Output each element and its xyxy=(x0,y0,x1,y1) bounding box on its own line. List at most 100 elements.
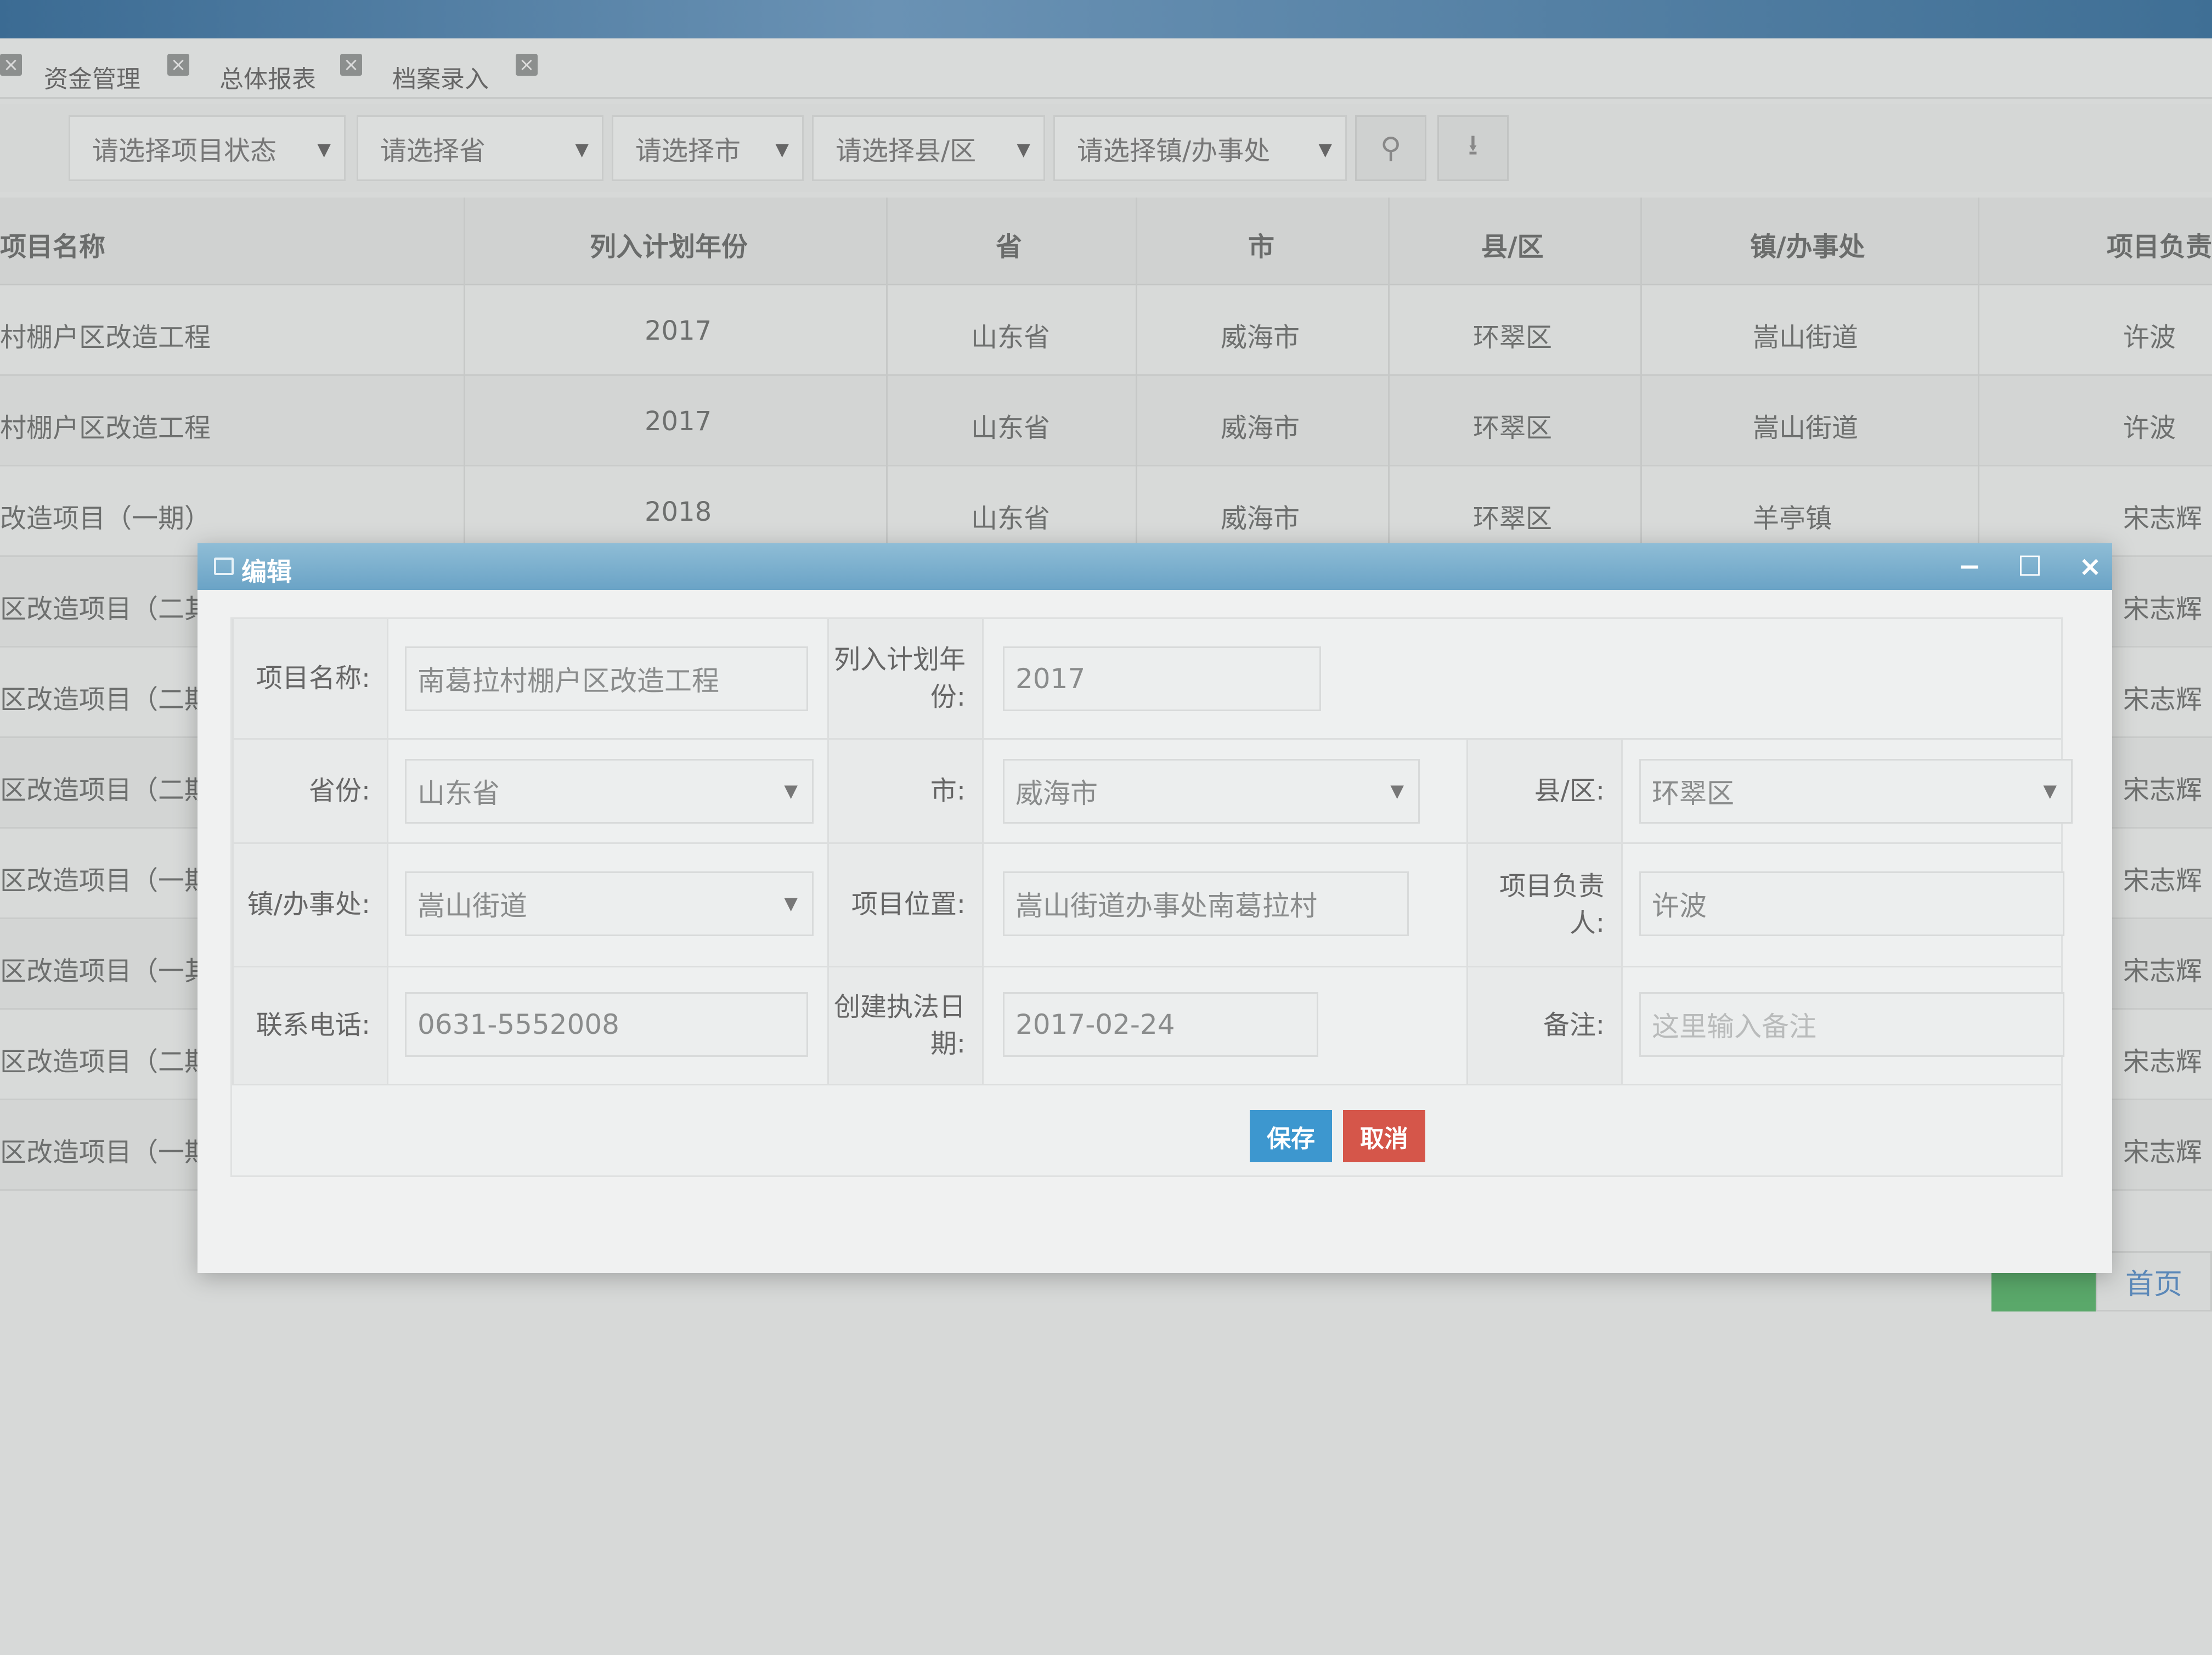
filter-bar: 请选择项目状态 ▼ 请选择省 ▼ 请选择市 ▼ 请选择县/区 ▼ 请选择镇/办事… xyxy=(0,104,2212,192)
cell-leader: 宋志辉 xyxy=(2123,684,2203,715)
close-icon[interactable]: × xyxy=(516,54,538,76)
th-city[interactable]: 市 xyxy=(1248,225,1274,263)
th-leader[interactable]: 项目负责 xyxy=(2107,225,2212,263)
town-select-label: 请选择镇/办事处 xyxy=(1077,136,1271,166)
cell-county: 环翠区 xyxy=(1473,413,1553,443)
town-select[interactable]: 嵩山街道 ▼ xyxy=(405,871,814,936)
tab-bar: × 资金管理 × 总体报表 × 档案录入 × xyxy=(0,38,2212,99)
province-select-label: 请选择省 xyxy=(380,136,486,166)
close-icon[interactable]: × xyxy=(2074,551,2107,582)
cell-leader: 宋志辉 xyxy=(2123,594,2203,624)
label-plan-year: 列入计划年份: xyxy=(827,619,984,738)
city-select-label: 请选择市 xyxy=(635,136,741,166)
cell-name: 区改造项目（一期 xyxy=(0,1137,211,1168)
status-select[interactable]: 请选择项目状态 ▼ xyxy=(69,115,346,181)
city-select[interactable]: 请选择市 ▼ xyxy=(612,115,804,181)
form-row: 镇/办事处: 嵩山街道 ▼ 项目位置: 嵩山街道办事处南葛拉村 项目负责人: 许… xyxy=(232,844,2064,967)
town-value: 嵩山街道 xyxy=(417,890,527,922)
project-name-input[interactable]: 南葛拉村棚户区改造工程 xyxy=(405,646,808,711)
dialog-header[interactable]: 编辑 − ☐ × xyxy=(198,543,2112,590)
town-select[interactable]: 请选择镇/办事处 ▼ xyxy=(1053,115,1347,181)
caret-down-icon: ▼ xyxy=(1017,139,1030,160)
cell-year: 2017 xyxy=(645,316,712,346)
project-location-input[interactable]: 嵩山街道办事处南葛拉村 xyxy=(1003,871,1409,936)
th-name[interactable]: 项目名称 xyxy=(0,225,105,263)
create-date-input[interactable]: 2017-02-24 xyxy=(1003,992,1318,1057)
label-location: 项目位置: xyxy=(827,844,984,966)
tab-archive-entry[interactable]: 档案录入 xyxy=(392,60,489,93)
caret-down-icon: ▼ xyxy=(575,139,589,160)
cell-name: 区改造项目（二其 xyxy=(0,594,211,624)
cell-name: 村棚户区改造工程 xyxy=(0,413,211,443)
cell-name: 村棚户区改造工程 xyxy=(0,322,211,353)
city-value: 威海市 xyxy=(1015,778,1098,809)
cell-county: 环翠区 xyxy=(1473,503,1553,534)
edit-dialog: 编辑 − ☐ × 项目名称: 南葛拉村棚户区改造工程 列入计划年份: 2017 … xyxy=(198,543,2112,1273)
cell-leader: 宋志辉 xyxy=(2123,865,2203,896)
county-select-label: 请选择县/区 xyxy=(836,136,977,166)
plan-year-input[interactable]: 2017 xyxy=(1003,646,1321,711)
cell-leader: 宋志辉 xyxy=(2123,956,2203,987)
download-button[interactable]: ⭳ xyxy=(1437,115,1509,181)
cell-county: 环翠区 xyxy=(1473,322,1553,353)
cell-leader: 许波 xyxy=(2123,413,2176,443)
label-remark: 备注: xyxy=(1466,967,1623,1084)
label-phone: 联系电话: xyxy=(232,967,388,1084)
status-select-label: 请选择项目状态 xyxy=(92,136,277,166)
province-select[interactable]: 请选择省 ▼ xyxy=(357,115,603,181)
cell-year: 2017 xyxy=(645,406,712,437)
maximize-icon[interactable]: ☐ xyxy=(2013,551,2046,582)
dialog-title: 编辑 xyxy=(241,557,292,587)
leader-input[interactable]: 许波 xyxy=(1639,871,2064,936)
table-header: 项目名称 列入计划年份 省 市 县/区 镇/办事处 项目负责 xyxy=(0,198,2212,285)
close-icon[interactable]: × xyxy=(0,54,22,76)
th-year[interactable]: 列入计划年份 xyxy=(590,225,748,263)
th-province[interactable]: 省 xyxy=(996,225,1022,263)
cell-province: 山东省 xyxy=(971,503,1051,534)
county-select[interactable]: 请选择县/区 ▼ xyxy=(812,115,1045,181)
cell-city: 威海市 xyxy=(1221,503,1300,534)
cell-name: 区改造项目（二期 xyxy=(0,1046,211,1077)
label-town: 镇/办事处: xyxy=(232,844,388,966)
caret-down-icon: ▼ xyxy=(2043,780,2057,801)
close-icon[interactable]: × xyxy=(340,54,362,76)
save-button[interactable]: 保存 xyxy=(1250,1110,1332,1162)
province-value: 山东省 xyxy=(417,778,500,809)
tab-overall-report[interactable]: 总体报表 xyxy=(219,60,316,93)
cancel-button[interactable]: 取消 xyxy=(1343,1110,1425,1162)
phone-input[interactable]: 0631-5552008 xyxy=(405,992,808,1057)
form-row: 联系电话: 0631-5552008 创建执法日期: 2017-02-24 备注… xyxy=(232,967,2064,1085)
table-row[interactable]: 村棚户区改造工程 2017 山东省 威海市 环翠区 嵩山街道 许波 xyxy=(0,285,2212,376)
county-select[interactable]: 环翠区 ▼ xyxy=(1639,759,2073,824)
form-row: 项目名称: 南葛拉村棚户区改造工程 列入计划年份: 2017 xyxy=(232,619,2061,740)
search-button[interactable]: ⚲ xyxy=(1355,115,1426,181)
cell-name: 区改造项目（二期 xyxy=(0,684,211,715)
th-town[interactable]: 镇/办事处 xyxy=(1750,225,1865,263)
caret-down-icon: ▼ xyxy=(784,780,798,801)
minimize-icon[interactable]: − xyxy=(1953,551,1986,582)
label-province: 省份: xyxy=(232,740,388,842)
table-row[interactable]: 村棚户区改造工程 2017 山东省 威海市 环翠区 嵩山街道 许波 xyxy=(0,376,2212,466)
cell-city: 威海市 xyxy=(1221,413,1300,443)
province-select[interactable]: 山东省 ▼ xyxy=(405,759,814,824)
close-icon[interactable]: × xyxy=(167,54,189,76)
cell-name: 区改造项目（一期 xyxy=(0,865,211,896)
caret-down-icon: ▼ xyxy=(775,139,789,160)
cell-leader: 宋志辉 xyxy=(2123,1137,2203,1168)
remark-input[interactable]: 这里输入备注 xyxy=(1639,992,2064,1057)
cell-leader: 宋志辉 xyxy=(2123,775,2203,806)
county-value: 环翠区 xyxy=(1652,778,1734,809)
cell-leader: 许波 xyxy=(2123,322,2176,353)
tab-funds[interactable]: 资金管理 xyxy=(44,60,140,93)
form-row: 省份: 山东省 ▼ 市: 威海市 ▼ 县/区: 环翠区 ▼ xyxy=(232,740,2073,844)
th-county[interactable]: 县/区 xyxy=(1481,225,1544,263)
cell-town: 嵩山街道 xyxy=(1753,413,1859,443)
pager-first-button[interactable]: 首页 xyxy=(2096,1251,2212,1311)
label-leader: 项目负责人: xyxy=(1466,844,1623,966)
caret-down-icon: ▼ xyxy=(1390,780,1404,801)
cell-province: 山东省 xyxy=(971,322,1051,353)
cell-city: 威海市 xyxy=(1221,322,1300,353)
city-select[interactable]: 威海市 ▼ xyxy=(1003,759,1420,824)
cell-name: 区改造项目（一其 xyxy=(0,956,211,987)
label-city: 市: xyxy=(827,740,984,842)
